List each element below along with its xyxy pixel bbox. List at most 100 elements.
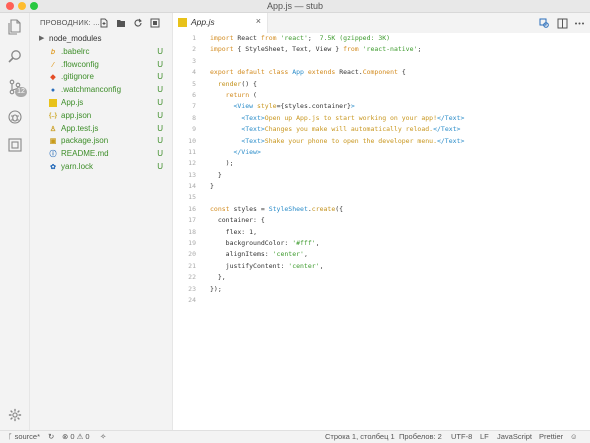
code-line: 10 <Text>Shake your phone to open the de… [173, 136, 590, 147]
file-app-js[interactable]: App.js U [30, 97, 173, 110]
folder-node-modules[interactable]: ▶ node_modules [30, 33, 173, 46]
line-content: const styles = StyleSheet.create({ [210, 204, 344, 213]
line-ending[interactable]: LF [480, 432, 489, 441]
split-editor-icon[interactable] [556, 17, 568, 29]
line-number: 7 [192, 102, 196, 111]
line-content: container: { [210, 216, 265, 225]
file-app-json[interactable]: {..} app.json U [30, 110, 173, 123]
editor-pane: App.js × 1 import React from 'react'; 7.5… [173, 13, 590, 430]
open-changes-icon[interactable] [538, 17, 550, 29]
smiley-icon[interactable]: ☺ [570, 432, 578, 441]
source-control-badge: 12 [15, 87, 27, 97]
gauge-icon[interactable]: ✧ [100, 432, 106, 441]
line-number: 24 [188, 295, 196, 304]
cursor-position[interactable]: Строка 1, столбец 1 [325, 432, 395, 441]
line-content: export default class App extends React.C… [210, 68, 406, 77]
encoding[interactable]: UTF-8 [451, 432, 472, 441]
line-number: 15 [188, 193, 196, 202]
file-watchmanconfig[interactable]: ● .watchmanconfig U [30, 84, 173, 97]
search-icon[interactable] [5, 47, 25, 67]
file-app-test-js[interactable]: ♙ App.test.js U [30, 123, 173, 136]
code-line: 22 }, [173, 272, 590, 283]
more-actions-icon[interactable] [573, 17, 585, 29]
status-bar: ᚵ source* ↻ ⊗ 0 ⚠ 0 ✧ Строка 1, столбец … [0, 430, 590, 443]
line-number: 14 [188, 182, 196, 191]
line-number: 2 [192, 45, 196, 54]
line-content: </View> [233, 147, 261, 156]
refresh-icon[interactable] [132, 17, 144, 29]
line-content: <Text>Changes you make will automaticall… [241, 125, 461, 134]
debug-icon[interactable] [5, 107, 25, 127]
file-readme-md[interactable]: ⓘ README.md U [30, 148, 173, 161]
line-number: 18 [188, 227, 196, 236]
problems-indicator[interactable]: ⊗ 0 ⚠ 0 [62, 432, 90, 441]
activity-bar: 12 [0, 13, 30, 430]
file-gitignore[interactable]: ◆ .gitignore U [30, 71, 173, 84]
indentation[interactable]: Пробелов: 2 [399, 432, 442, 441]
code-line: 6 return ( [173, 90, 590, 101]
new-folder-icon[interactable] [115, 17, 127, 29]
line-number: 23 [188, 284, 196, 293]
line-number: 20 [188, 250, 196, 259]
line-content: <Text>Shake your phone to open the devel… [241, 136, 465, 145]
npm-file-icon: ▣ [49, 138, 57, 146]
line-number: 22 [188, 273, 196, 282]
editor-window: App.js — stub 12 ПРОВОДНИК: ... ▶ node_m… [0, 0, 590, 443]
line-content: backgroundColor: '#fff', [210, 239, 320, 248]
files-icon[interactable] [5, 17, 25, 37]
file-flowconfig[interactable]: ⁄ .flowconfig U [30, 59, 173, 72]
config-file-icon: ● [50, 87, 56, 95]
close-tab-icon[interactable]: × [256, 16, 261, 26]
branch-icon: ᚵ [8, 432, 13, 441]
line-content: } [210, 170, 222, 179]
line-content: }); [210, 284, 222, 293]
code-line: 23}); [173, 284, 590, 295]
source-control-icon[interactable]: 12 [5, 77, 27, 97]
file-babelrc[interactable]: 𝑏 .babelrc U [30, 46, 173, 59]
code-line: 16 const styles = StyleSheet.create({ [173, 204, 590, 215]
code-line: 9 <Text>Changes you make will automatica… [173, 124, 590, 135]
line-number: 9 [192, 125, 196, 134]
line-number: 4 [192, 68, 196, 77]
line-content: import React from 'react'; 7.5K (gzipped… [210, 34, 391, 42]
chevron-right-icon: ▶ [39, 35, 45, 42]
collapse-all-icon[interactable] [149, 17, 161, 29]
code-line: 8 <Text>Open up App.js to start working … [173, 113, 590, 124]
code-area[interactable]: 1 import React from 'react'; 7.5K (gzippe… [173, 33, 590, 306]
line-content: import { StyleSheet, Text, View } from '… [210, 45, 422, 54]
info-file-icon: ⓘ [49, 151, 57, 159]
line-number: 16 [188, 204, 196, 213]
code-line: 7 <View style={styles.container}> [173, 101, 590, 112]
line-content: }, [210, 273, 226, 282]
branch-indicator[interactable]: ᚵ source* [8, 432, 40, 441]
code-line: 20 alignItems: 'center', [173, 249, 590, 260]
title-bar: App.js — stub [0, 0, 590, 13]
line-content: } [210, 182, 214, 191]
file-package-json[interactable]: ▣ package.json U [30, 135, 173, 148]
new-file-icon[interactable] [98, 17, 110, 29]
sync-icon[interactable]: ↻ [48, 432, 54, 441]
line-content: return ( [225, 90, 257, 99]
gear-icon[interactable] [5, 405, 25, 425]
line-number: 11 [188, 147, 196, 156]
code-line: 24 [173, 295, 590, 306]
line-content: <Text>Open up App.js to start working on… [241, 113, 465, 122]
line-number: 5 [192, 79, 196, 88]
line-number: 8 [192, 113, 196, 122]
extensions-icon[interactable] [5, 135, 25, 155]
code-line: 2 import { StyleSheet, Text, View } from … [173, 44, 590, 55]
tab-bar: App.js × [173, 13, 590, 33]
line-content: flex: 1, [210, 227, 257, 236]
file-yarn-lock[interactable]: ✿ yarn.lock U [30, 161, 173, 174]
code-line: 11 </View> [173, 147, 590, 158]
tab-app-js[interactable]: App.js × [173, 13, 268, 33]
code-line: 5 render() { [173, 79, 590, 90]
line-number: 10 [188, 136, 196, 145]
formatter[interactable]: Prettier [539, 432, 563, 441]
babel-file-icon: 𝑏 [51, 48, 55, 56]
code-line: 17 container: { [173, 215, 590, 226]
line-number: 12 [188, 159, 196, 168]
language-mode[interactable]: JavaScript [497, 432, 532, 441]
file-tree: ▶ node_modules 𝑏 .babelrc U ⁄ .flowconfi… [30, 33, 173, 174]
code-line: 21 justifyContent: 'center', [173, 261, 590, 272]
